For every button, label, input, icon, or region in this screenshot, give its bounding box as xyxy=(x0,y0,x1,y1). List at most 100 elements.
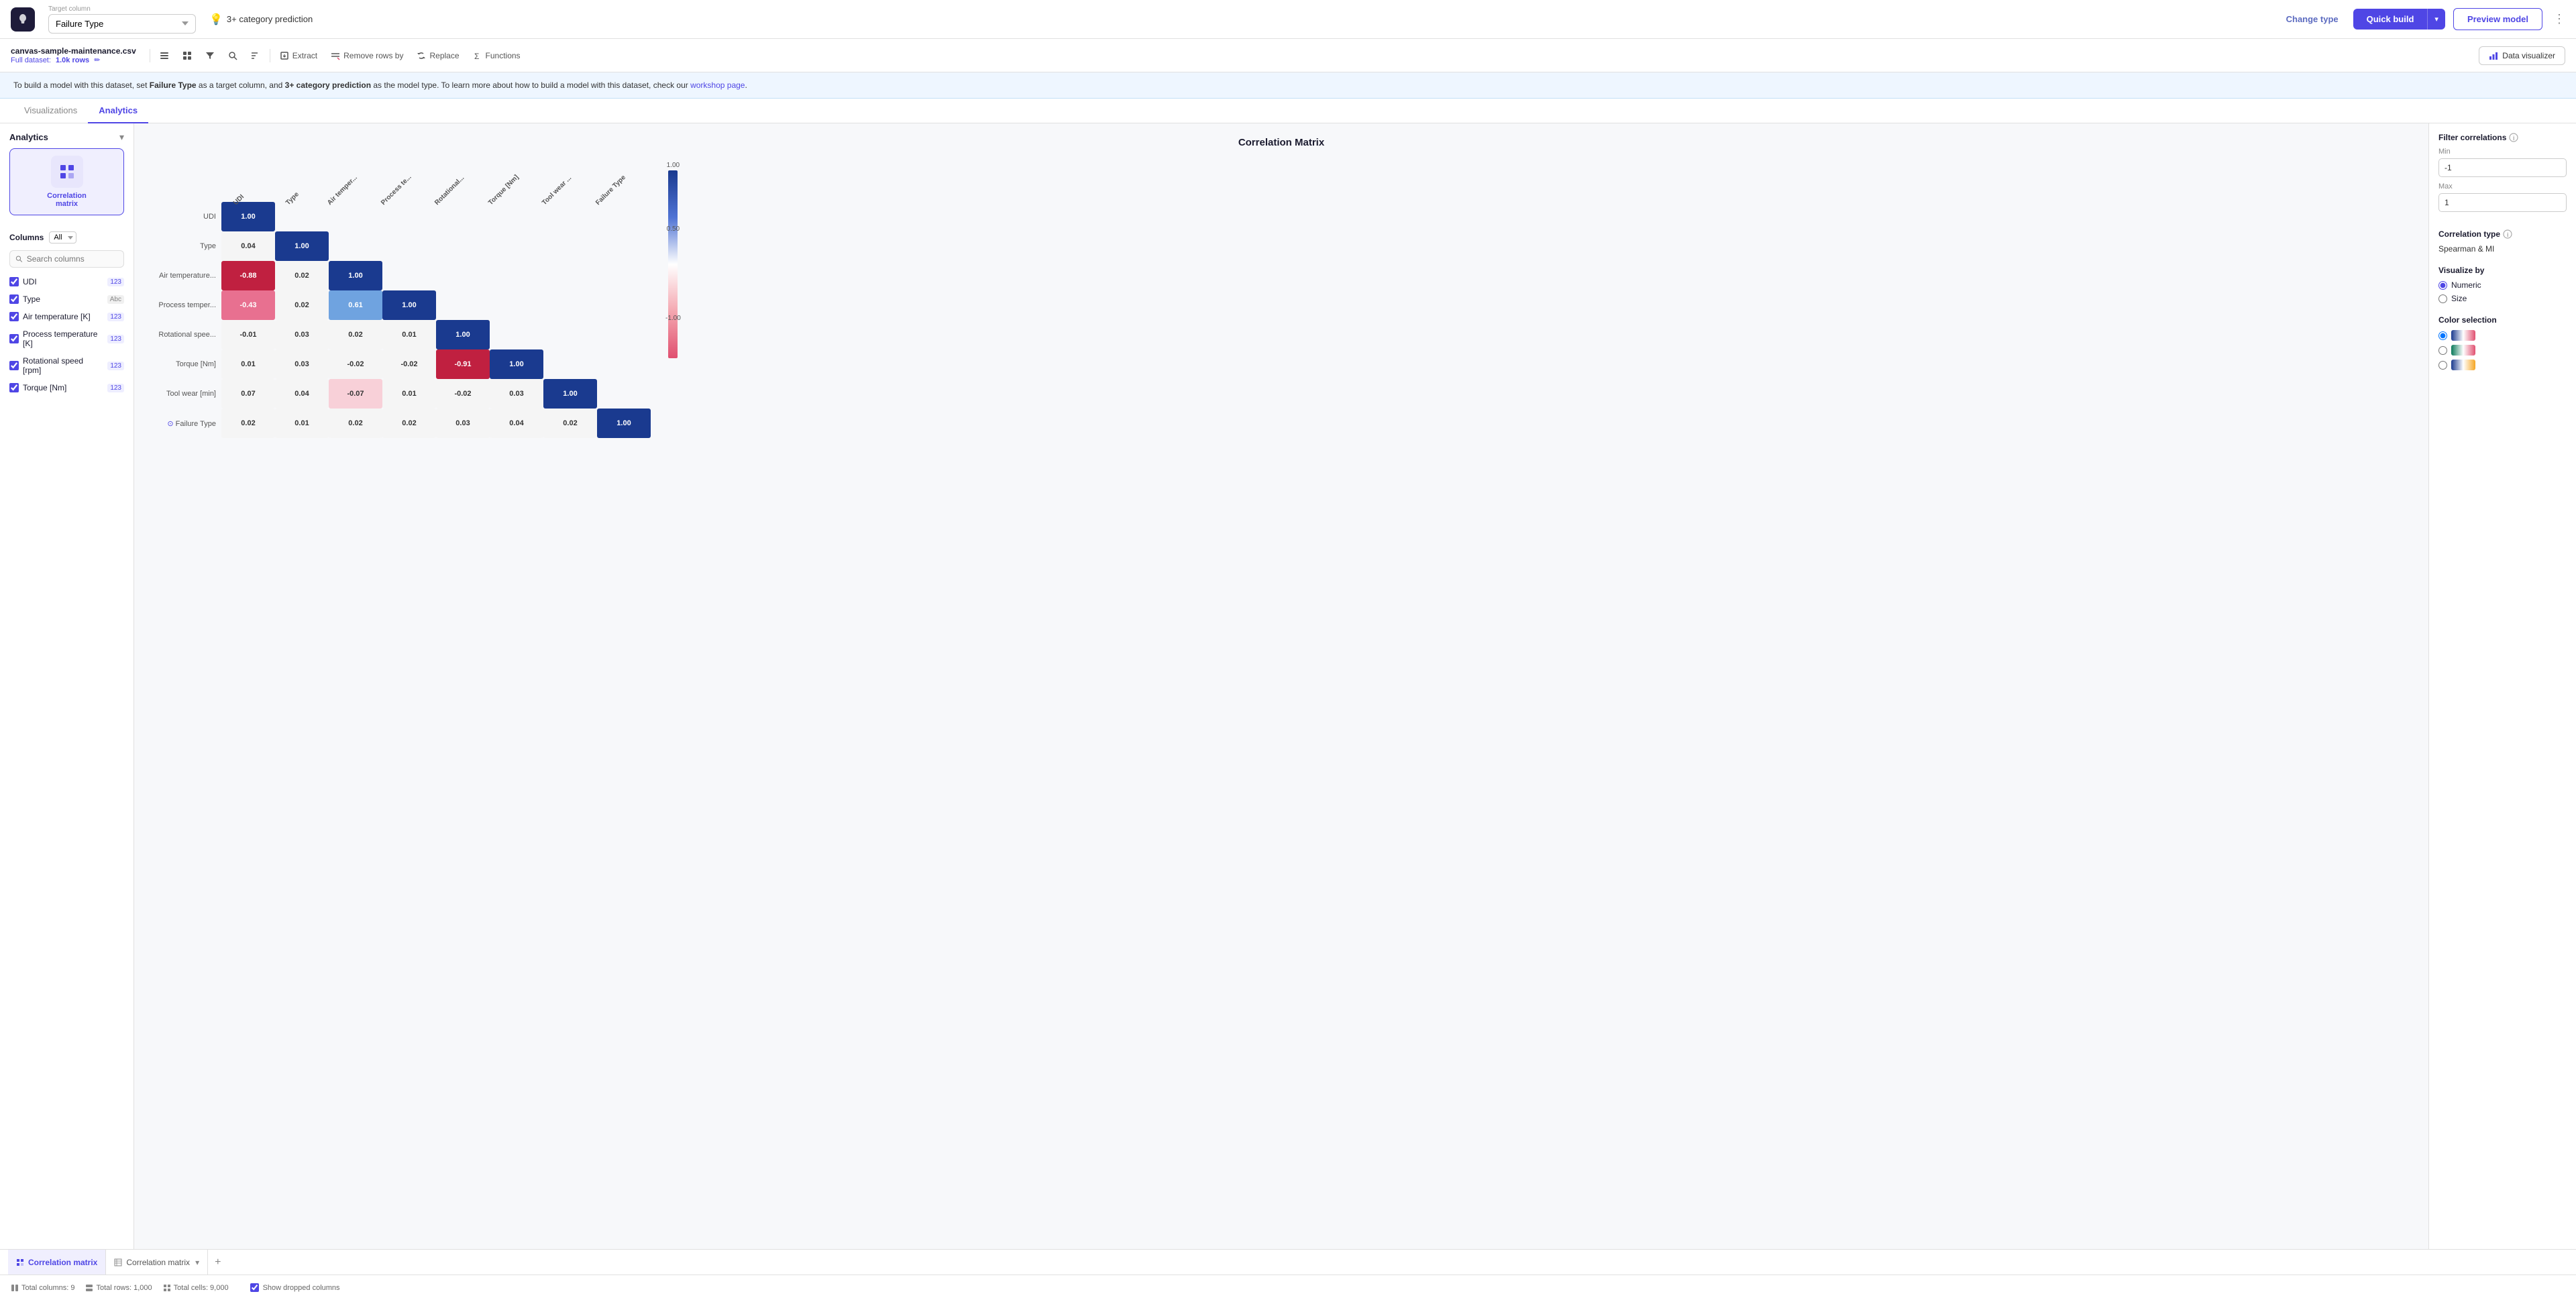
file-name: canvas-sample-maintenance.csv xyxy=(11,46,136,56)
prediction-type-label: 3+ category prediction xyxy=(227,14,313,24)
list-view-button[interactable] xyxy=(153,47,176,64)
svg-text:i: i xyxy=(2507,231,2509,238)
info-banner: To build a model with this dataset, set … xyxy=(0,72,2576,99)
min-filter-input[interactable] xyxy=(2438,158,2567,177)
right-panel: Filter correlations i Min Max Correlatio… xyxy=(2428,123,2576,1300)
add-tab-button[interactable]: + xyxy=(208,1256,227,1268)
prediction-type-indicator: 💡 3+ category prediction xyxy=(209,13,313,26)
extract-button[interactable]: Extract xyxy=(273,47,324,64)
quick-build-dropdown-button[interactable]: ▾ xyxy=(2427,9,2445,30)
replace-button[interactable]: Replace xyxy=(410,47,466,64)
columns-filter-select[interactable]: All xyxy=(49,231,76,243)
matrix-cell-4-5 xyxy=(490,320,543,349)
app-logo[interactable] xyxy=(11,7,35,32)
matrix-cell-1-4 xyxy=(436,231,490,261)
matrix-cell-2-1: 0.02 xyxy=(275,261,329,290)
remove-rows-button[interactable]: Remove rows by xyxy=(324,47,410,64)
matrix-cell-2-7 xyxy=(597,261,651,290)
legend-mid1-label: 0.50 xyxy=(667,225,680,233)
matrix-cell-7-0: 0.02 xyxy=(221,409,275,438)
visualize-by-section: Visualize by Numeric Size xyxy=(2438,266,2567,303)
column-checkbox-torque[interactable] xyxy=(9,383,19,392)
visualize-numeric-option[interactable]: Numeric xyxy=(2438,280,2567,290)
visualize-size-option[interactable]: Size xyxy=(2438,294,2567,303)
matrix-cell-3-5 xyxy=(490,290,543,320)
correlation-type-value: Spearman & MI xyxy=(2438,244,2567,254)
matrix-cell-7-2: 0.02 xyxy=(329,409,382,438)
matrix-container: UDI Type Air temper... Process te... Rot… xyxy=(148,162,651,438)
matrix-cell-4-1: 0.03 xyxy=(275,320,329,349)
matrix-cell-3-4 xyxy=(436,290,490,320)
max-filter-input[interactable] xyxy=(2438,193,2567,212)
tab-visualizations[interactable]: Visualizations xyxy=(13,99,88,123)
visualize-numeric-radio[interactable] xyxy=(2438,281,2447,290)
matrix-cell-5-1: 0.03 xyxy=(275,349,329,379)
column-checkbox-type[interactable] xyxy=(9,294,19,304)
search-icon xyxy=(228,51,237,60)
column-checkbox-air-temp[interactable] xyxy=(9,312,19,321)
tab-analytics[interactable]: Analytics xyxy=(88,99,148,123)
bottom-tab-correlation-matrix-2[interactable]: Correlation matrix ▾ xyxy=(106,1250,208,1275)
matrix-cell-1-3 xyxy=(382,231,436,261)
quick-build-button[interactable]: Quick build xyxy=(2353,9,2428,30)
functions-button[interactable]: Σ Functions xyxy=(466,47,527,64)
matrix-cell-6-2: -0.07 xyxy=(329,379,382,409)
swatch-blue-red-radio[interactable] xyxy=(2438,331,2447,340)
workshop-link[interactable]: workshop page xyxy=(690,80,745,90)
search-columns-input[interactable] xyxy=(27,254,118,264)
swatch-blue-red-row[interactable] xyxy=(2438,330,2567,341)
matrix-cell-0-1 xyxy=(275,202,329,231)
preview-model-button[interactable]: Preview model xyxy=(2453,8,2542,30)
swatch-orange-row[interactable] xyxy=(2438,360,2567,370)
correlation-table: UDI Type Air temper... Process te... Rot… xyxy=(148,162,651,438)
visualize-size-radio[interactable] xyxy=(2438,294,2447,303)
analytics-collapse-button[interactable]: ▾ xyxy=(119,131,124,143)
column-checkbox-rotational-speed[interactable] xyxy=(9,361,19,370)
status-bar: Total columns: 9 Total rows: 1,000 Total… xyxy=(0,1275,2576,1300)
column-item-udi[interactable]: UDI 123 xyxy=(0,273,133,290)
matrix-cell-1-7 xyxy=(597,231,651,261)
bottom-tab-dropdown-button[interactable]: ▾ xyxy=(195,1258,199,1267)
grid-view-button[interactable] xyxy=(176,47,199,64)
column-item-air-temp[interactable]: Air temperature [K] 123 xyxy=(0,308,133,325)
column-item-process-temp[interactable]: Process temperature [K] 123 xyxy=(0,325,133,352)
matrix-cell-0-0: 1.00 xyxy=(221,202,275,231)
data-visualizer-button[interactable]: Data visualizer xyxy=(2479,46,2565,65)
show-dropped-label[interactable]: Show dropped columns xyxy=(263,1284,340,1292)
matrix-cell-0-2 xyxy=(329,202,382,231)
show-dropped-checkbox[interactable] xyxy=(250,1283,259,1292)
matrix-cell-7-7: 1.00 xyxy=(597,409,651,438)
column-type-rotational-speed: 123 xyxy=(107,362,124,370)
matrix-cell-2-0: -0.88 xyxy=(221,261,275,290)
change-type-button[interactable]: Change type xyxy=(2279,10,2345,28)
column-checkbox-process-temp[interactable] xyxy=(9,334,19,343)
target-column-select[interactable]: Failure Type xyxy=(48,14,196,34)
swatch-green-red-radio[interactable] xyxy=(2438,346,2447,355)
total-columns-status: Total columns: 9 xyxy=(11,1284,74,1292)
data-visualizer-label: Data visualizer xyxy=(2502,51,2555,60)
row-label-torque-[nm]: Torque [Nm] xyxy=(148,349,221,379)
show-dropped-columns: Show dropped columns xyxy=(250,1283,340,1292)
data-visualizer-icon xyxy=(2489,51,2498,60)
grid-icon xyxy=(182,51,192,60)
matrix-cell-3-2: 0.61 xyxy=(329,290,382,320)
sort-button[interactable] xyxy=(244,47,267,64)
replace-icon xyxy=(417,51,426,60)
column-item-rotational-speed[interactable]: Rotational speed [rpm] 123 xyxy=(0,352,133,379)
search-icon xyxy=(15,255,23,263)
correlation-matrix-card[interactable]: Correlationmatrix xyxy=(9,148,124,215)
swatch-orange-radio[interactable] xyxy=(2438,361,2447,370)
more-options-button[interactable]: ⋮ xyxy=(2553,12,2565,26)
edit-icon[interactable]: ✏ xyxy=(94,56,100,64)
correlation-type-section: Correlation type i Spearman & MI xyxy=(2438,229,2567,254)
swatch-green-red-row[interactable] xyxy=(2438,345,2567,356)
quick-build-group: Quick build ▾ xyxy=(2353,9,2445,30)
filter-button[interactable] xyxy=(199,47,221,64)
bottom-tab-correlation-matrix-1[interactable]: Correlation matrix xyxy=(8,1250,106,1275)
column-item-torque[interactable]: Torque [Nm] 123 xyxy=(0,379,133,396)
swatch-green-red xyxy=(2451,345,2475,356)
search-button[interactable] xyxy=(221,47,244,64)
column-item-type[interactable]: Type Abc xyxy=(0,290,133,308)
column-checkbox-udi[interactable] xyxy=(9,277,19,286)
swatch-orange xyxy=(2451,360,2475,370)
